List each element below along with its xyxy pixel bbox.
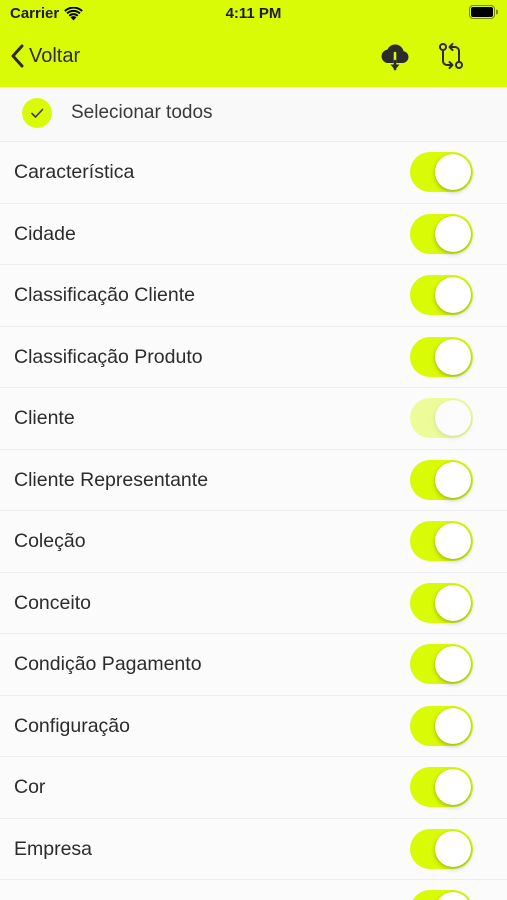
toggle-switch[interactable] bbox=[410, 459, 473, 500]
toggle-knob bbox=[435, 830, 471, 867]
list-item: Coleção bbox=[0, 510, 507, 572]
list-item: Configuração bbox=[0, 694, 507, 756]
chevron-left-icon bbox=[11, 44, 24, 68]
header: Carrier 4:11 PM Voltar bbox=[0, 0, 507, 87]
entity-list: Característica Cidade Classificação Client… bbox=[0, 141, 507, 900]
list-item: Cor bbox=[0, 756, 507, 818]
toggle-knob bbox=[435, 646, 471, 682]
sync-icon[interactable] bbox=[434, 39, 468, 73]
toggle-knob bbox=[435, 338, 471, 375]
cloud-download-icon[interactable] bbox=[378, 39, 412, 73]
list-item-label: Empresa bbox=[14, 837, 93, 860]
toggle-knob bbox=[435, 400, 471, 436]
list-item-label: Cor bbox=[14, 776, 46, 798]
toggle-switch[interactable] bbox=[410, 213, 473, 254]
list-item: Empresa bbox=[0, 817, 507, 879]
toggle-switch[interactable] bbox=[410, 644, 473, 684]
back-label: Voltar bbox=[29, 44, 81, 67]
toggle-switch[interactable] bbox=[410, 705, 473, 746]
battery-icon bbox=[469, 5, 498, 19]
status-time: 4:11 PM bbox=[225, 5, 282, 22]
toggle-switch[interactable] bbox=[410, 890, 473, 900]
toggle-knob bbox=[435, 277, 471, 313]
list-item: Cliente bbox=[0, 387, 507, 449]
list-item: Característica bbox=[0, 141, 507, 203]
list-item: Conceito bbox=[0, 571, 507, 633]
screen: Carrier 4:11 PM Voltar Selecionar todos … bbox=[0, 0, 507, 900]
list-item-label: Cliente bbox=[14, 407, 75, 429]
toggle-switch[interactable] bbox=[410, 767, 473, 807]
list-item: Cidade bbox=[0, 202, 507, 264]
toggle-knob bbox=[435, 707, 471, 744]
toggle-knob bbox=[435, 584, 471, 621]
back-button[interactable]: Voltar bbox=[10, 40, 80, 72]
toggle-knob bbox=[435, 523, 471, 559]
toggle-knob bbox=[435, 215, 471, 252]
list-item-label: Classificação Produto bbox=[14, 345, 203, 368]
toggle-switch bbox=[410, 398, 473, 438]
check-circle-icon[interactable] bbox=[22, 98, 52, 128]
toggle-knob bbox=[435, 892, 471, 900]
status-bar: Carrier 4:11 PM bbox=[0, 0, 507, 30]
list-item-label: Característica bbox=[14, 161, 135, 183]
toggle-switch[interactable] bbox=[410, 152, 473, 192]
toggle-knob bbox=[435, 769, 471, 805]
select-all-label: Selecionar todos bbox=[71, 102, 213, 123]
toggle-switch[interactable] bbox=[410, 582, 473, 623]
toggle-switch[interactable] bbox=[410, 521, 473, 561]
nav-bar: Voltar bbox=[0, 30, 507, 87]
list-item: Condição Pagamento bbox=[0, 633, 507, 695]
toggle-knob bbox=[435, 461, 471, 498]
list-item-label: Conceito bbox=[14, 591, 91, 614]
list-item-label: Classificação Cliente bbox=[14, 284, 195, 306]
toggle-switch[interactable] bbox=[410, 828, 473, 869]
toggle-switch[interactable] bbox=[410, 336, 473, 377]
list-item: Classificação Cliente bbox=[0, 264, 507, 326]
list-item-label: Coleção bbox=[14, 530, 86, 552]
list-item-label: Configuração bbox=[14, 714, 130, 737]
select-all-row[interactable]: Selecionar todos bbox=[0, 87, 507, 141]
list-item-label: Cliente Representante bbox=[14, 468, 209, 491]
list-item-label: Cidade bbox=[14, 222, 76, 245]
toggle-knob bbox=[435, 154, 471, 190]
list-item: Cliente Representante bbox=[0, 448, 507, 510]
toggle-switch[interactable] bbox=[410, 275, 473, 315]
list-item-label: Condição Pagamento bbox=[14, 653, 202, 675]
list-item: Classificação Produto bbox=[0, 325, 507, 387]
list-item bbox=[0, 879, 507, 900]
